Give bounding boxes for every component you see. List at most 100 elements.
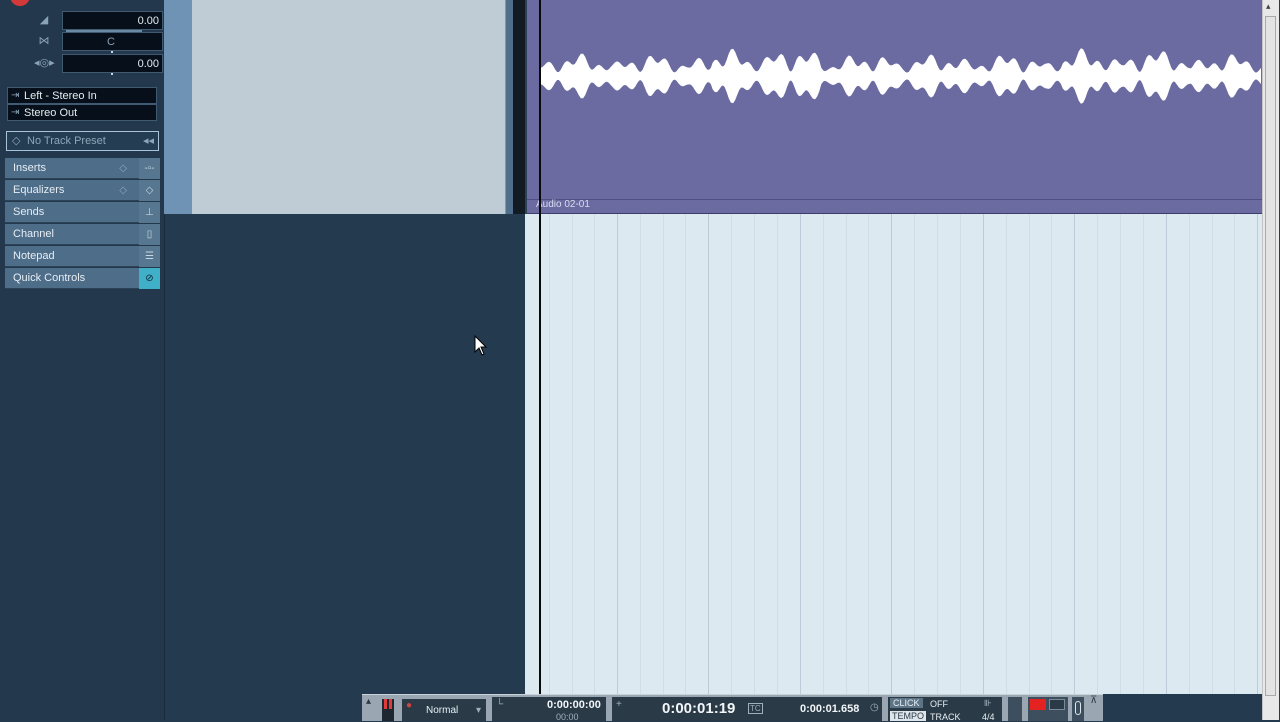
grid-line bbox=[983, 214, 984, 694]
preset-icon: ◇ bbox=[12, 135, 21, 147]
notepad-icon[interactable]: ☰ bbox=[139, 246, 160, 267]
section-notepad[interactable]: Notepad ☰ bbox=[5, 246, 160, 267]
cpu-meter bbox=[382, 699, 394, 721]
click-button[interactable]: CLICK bbox=[890, 698, 923, 708]
grid-subline bbox=[1029, 214, 1030, 694]
grid-subline bbox=[663, 214, 664, 694]
grid-line bbox=[1074, 214, 1075, 694]
timecode-format-badge[interactable]: TC bbox=[748, 703, 763, 714]
volume-row: ◢ 0.00 bbox=[6, 11, 163, 32]
transport-bar: ▴ ● Normal ▾ └ 0:00:00:00 00:00 + 0:00:0… bbox=[362, 694, 1103, 722]
grid-subline bbox=[731, 214, 732, 694]
pan-field[interactable]: C bbox=[62, 32, 163, 51]
section-quick-controls[interactable]: Quick Controls ⊘ bbox=[5, 268, 160, 289]
clock-icon: ◷ bbox=[870, 702, 879, 713]
left-locator-display[interactable]: └ 0:00:00:00 00:00 bbox=[492, 697, 606, 722]
section-label: Sends bbox=[13, 206, 45, 218]
grid-line bbox=[1166, 214, 1167, 694]
section-equalizers[interactable]: Equalizers ◇ ◇ bbox=[5, 180, 160, 201]
equalizer-icon[interactable]: ◇ bbox=[139, 180, 160, 201]
preset-collapse-icon[interactable]: ◂◂ bbox=[143, 132, 154, 150]
grid-subline bbox=[846, 214, 847, 694]
meter-divider bbox=[1008, 697, 1022, 721]
section-label: Equalizers bbox=[13, 184, 65, 196]
grid-subline bbox=[754, 214, 755, 694]
left-locator-time: 0:00:00:00 bbox=[547, 699, 601, 711]
diamond-icon: ◇ bbox=[119, 163, 127, 174]
transport-collapse-icon[interactable]: ▴ bbox=[366, 696, 371, 707]
grid-line bbox=[708, 214, 709, 694]
time-signature: 4/4 bbox=[982, 712, 995, 722]
track-level-meter bbox=[513, 0, 525, 214]
pan-marker bbox=[111, 51, 113, 53]
track-list-area[interactable] bbox=[192, 0, 506, 214]
sends-icon[interactable]: ⊥ bbox=[139, 202, 160, 223]
track-preset-label: No Track Preset bbox=[27, 135, 106, 147]
waveform bbox=[541, 48, 1261, 104]
pan-icon: ⋈ bbox=[38, 35, 50, 47]
delay-marker bbox=[111, 73, 113, 75]
delay-row: ◂◎▸ 0.00 bbox=[6, 54, 163, 75]
channel-fader-icon[interactable]: ▯ bbox=[139, 224, 160, 245]
left-locator-icon: └ bbox=[496, 699, 504, 710]
grid-subline bbox=[549, 214, 550, 694]
volume-field[interactable]: 0.00 bbox=[62, 11, 163, 30]
click-state: OFF bbox=[930, 699, 948, 709]
volume-icon: ◢ bbox=[39, 14, 49, 26]
vertical-scrollbar[interactable]: ▴ bbox=[1262, 0, 1279, 720]
secondary-time: 0:00:01.658 bbox=[800, 703, 860, 715]
output-routing[interactable]: ⇥ Stereo Out bbox=[7, 104, 157, 121]
time-display[interactable]: + 0:00:01:19 TC 0:00:01.658 ◷ bbox=[612, 697, 882, 721]
grid-subline bbox=[640, 214, 641, 694]
volume-knob[interactable] bbox=[1072, 697, 1084, 721]
transport-expand-icon[interactable]: ⊼ bbox=[1090, 695, 1097, 706]
waveform-shape bbox=[541, 48, 1261, 104]
record-mode-label: Normal bbox=[426, 705, 459, 716]
grid-subline bbox=[777, 214, 778, 694]
grid-subline bbox=[1212, 214, 1213, 694]
grid-subline bbox=[572, 214, 573, 694]
plus-icon[interactable]: + bbox=[616, 699, 622, 710]
record-mode-icon: ● bbox=[406, 700, 413, 711]
section-label: Channel bbox=[13, 228, 54, 240]
record-mode-selector[interactable]: ● Normal ▾ bbox=[402, 699, 486, 721]
track-preset-field[interactable]: ◇ No Track Preset ◂◂ bbox=[6, 131, 159, 151]
mouse-pointer-icon bbox=[474, 335, 488, 356]
grid-line bbox=[891, 214, 892, 694]
event-name-divider bbox=[527, 199, 1262, 200]
track-color-strip bbox=[164, 0, 192, 214]
inserts-icon[interactable]: -▫- bbox=[139, 158, 160, 179]
event-name: Audio 02-01 bbox=[536, 199, 590, 210]
output-routing-label: Stereo Out bbox=[24, 107, 78, 119]
grid-subline bbox=[823, 214, 824, 694]
grid-subline bbox=[960, 214, 961, 694]
dropdown-icon: ▾ bbox=[476, 705, 482, 716]
record-button[interactable] bbox=[10, 0, 30, 6]
grid-subline bbox=[914, 214, 915, 694]
grid-subline bbox=[868, 214, 869, 694]
section-channel[interactable]: Channel ▯ bbox=[5, 224, 160, 245]
grid-line bbox=[617, 214, 618, 694]
scroll-up-icon[interactable]: ▴ bbox=[1266, 1, 1271, 12]
grid-subline bbox=[937, 214, 938, 694]
track-list-divider[interactable] bbox=[506, 0, 513, 214]
quick-controls-icon[interactable]: ⊘ bbox=[139, 268, 160, 289]
delay-field[interactable]: 0.00 bbox=[62, 54, 163, 73]
left-locator-sub: 00:00 bbox=[556, 712, 579, 722]
scrollbar-thumb[interactable] bbox=[1265, 16, 1276, 696]
project-cursor[interactable] bbox=[539, 0, 541, 694]
section-inserts[interactable]: Inserts ◇ -▫- bbox=[5, 158, 160, 179]
section-label: Inserts bbox=[13, 162, 47, 174]
click-settings-icon[interactable]: ⊪ bbox=[984, 698, 992, 709]
output-icon: ⇥ bbox=[11, 107, 20, 118]
grid-line bbox=[1257, 214, 1258, 694]
click-tempo-panel: CLICK OFF TEMPO TRACK 4/4 ⊪ bbox=[888, 697, 1002, 722]
primary-time: 0:00:01:19 bbox=[662, 700, 736, 717]
section-sends[interactable]: Sends ⊥ bbox=[5, 202, 160, 223]
grid-subline bbox=[594, 214, 595, 694]
section-label: Notepad bbox=[13, 250, 55, 262]
empty-track-lane[interactable] bbox=[525, 214, 1262, 694]
section-label: Quick Controls bbox=[13, 272, 86, 284]
sync-indicators[interactable] bbox=[1028, 697, 1068, 721]
input-routing[interactable]: ⇥ Left - Stereo In bbox=[7, 87, 157, 104]
